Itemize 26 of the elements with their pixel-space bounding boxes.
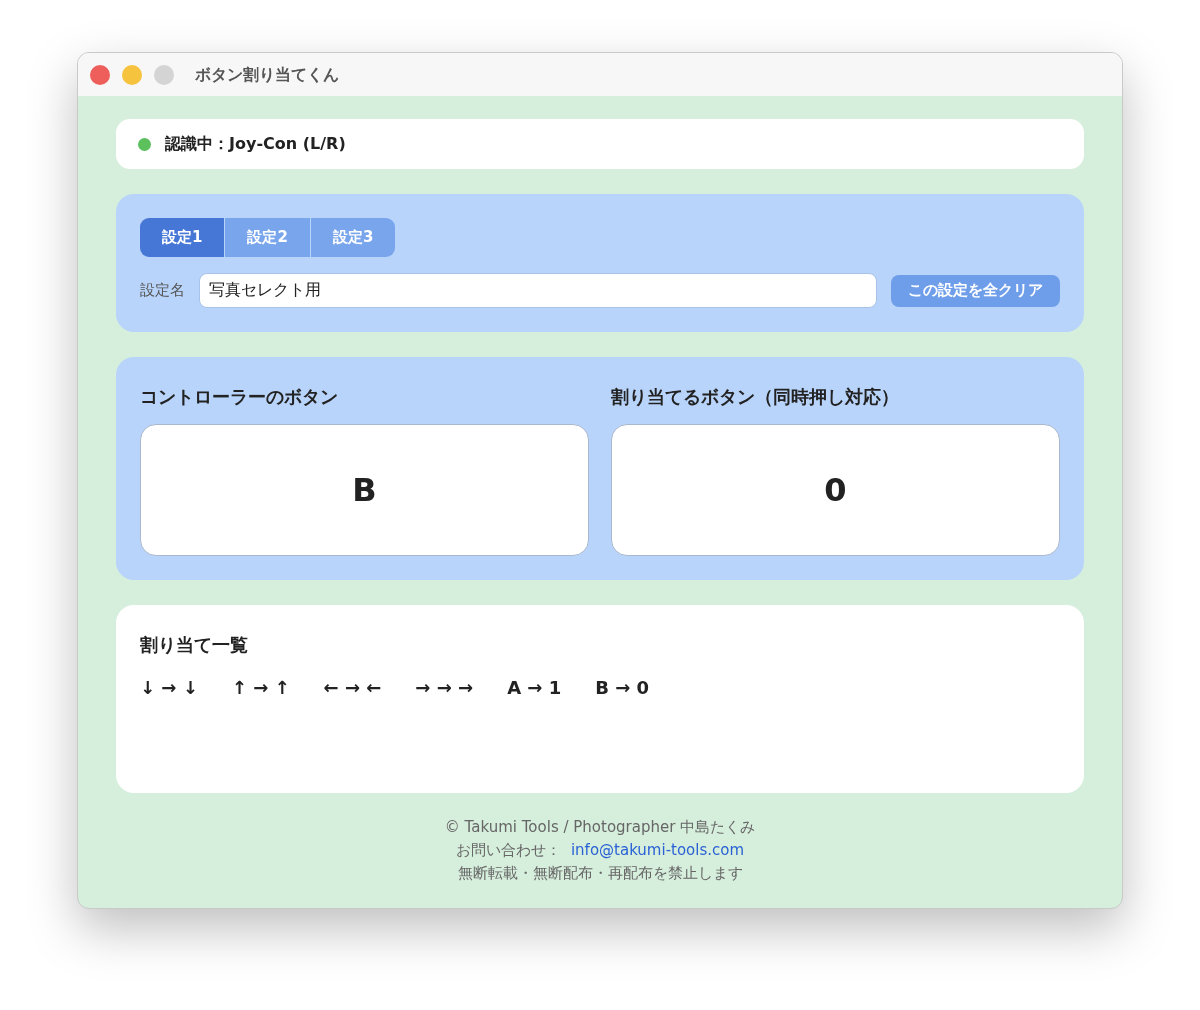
mapping-entry: ← → ← xyxy=(323,676,382,700)
status-text: 認識中：Joy-Con (L/R) xyxy=(165,133,346,155)
section-heading: 割り当てるボタン（同時押し対応） xyxy=(611,385,900,409)
list-heading: 割り当て一覧 xyxy=(140,633,249,657)
tab[interactable]: 設定1 xyxy=(140,218,225,257)
mapping-entry: B → 0 xyxy=(595,676,650,700)
window-title: ボタン割り当てくん xyxy=(195,63,339,86)
mapping-entry: ↓ → ↓ xyxy=(140,676,198,700)
notice-text: 無断転載・無断配布・再配布を禁止します xyxy=(457,863,743,884)
close-icon[interactable] xyxy=(90,64,110,85)
setting-name-field[interactable]: 写真セレクト用 xyxy=(199,273,877,308)
tab[interactable]: 設定2 xyxy=(224,218,310,257)
minimize-icon[interactable] xyxy=(122,64,142,85)
mapping-entry: ↑ → ↑ xyxy=(231,676,290,700)
contact-label: お問い合わせ： xyxy=(455,840,561,861)
clear-settings-button[interactable]: この設定を全クリア xyxy=(891,274,1060,307)
mapping-entry: → → → xyxy=(415,676,474,700)
mapping-entry: A → 1 xyxy=(507,676,562,700)
zoom-icon[interactable] xyxy=(154,64,174,85)
tab[interactable]: 設定3 xyxy=(309,218,396,257)
setting-name-label: 設定名 xyxy=(140,280,185,302)
button-display[interactable]: B xyxy=(140,424,589,556)
button-display[interactable]: 0 xyxy=(611,424,1060,556)
email-link[interactable]: info@takumi-tools.com xyxy=(570,839,745,862)
section-heading: コントローラーのボタン xyxy=(140,385,339,409)
copyright-text: © Takumi Tools / Photographer 中島たくみ xyxy=(444,817,756,838)
